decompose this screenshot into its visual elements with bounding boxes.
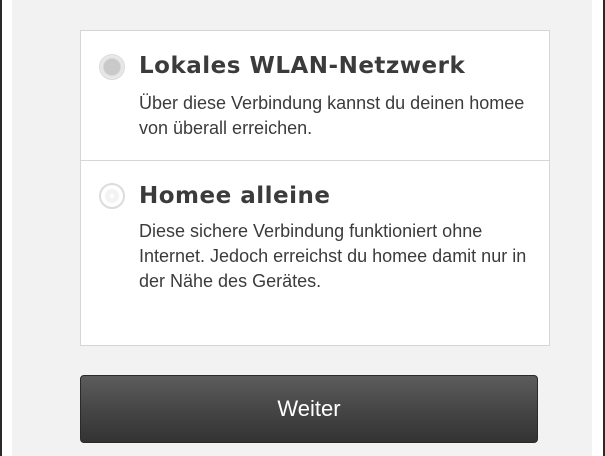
option-title: Lokales WLAN-Netzwerk — [139, 53, 466, 79]
option-description: Diese sichere Verbindung funktioniert oh… — [139, 221, 527, 291]
next-button[interactable]: Weiter — [80, 375, 538, 443]
option-description: Über diese Verbindung kannst du deinen h… — [139, 93, 525, 138]
option-local-wlan[interactable]: Lokales WLAN-Netzwerk Über diese Verbind… — [81, 31, 549, 161]
app-screen: Lokales WLAN-Netzwerk Über diese Verbind… — [12, 0, 592, 456]
radio-selected-icon[interactable] — [99, 54, 125, 80]
device-frame: Lokales WLAN-Netzwerk Über diese Verbind… — [0, 0, 605, 456]
option-homee-alone[interactable]: Homee alleine Diese sichere Verbindung f… — [81, 161, 549, 347]
option-title: Homee alleine — [139, 183, 331, 209]
connection-options-card: Lokales WLAN-Netzwerk Über diese Verbind… — [80, 30, 550, 346]
radio-unselected-icon[interactable] — [99, 183, 125, 209]
frame-border-left — [0, 0, 2, 456]
